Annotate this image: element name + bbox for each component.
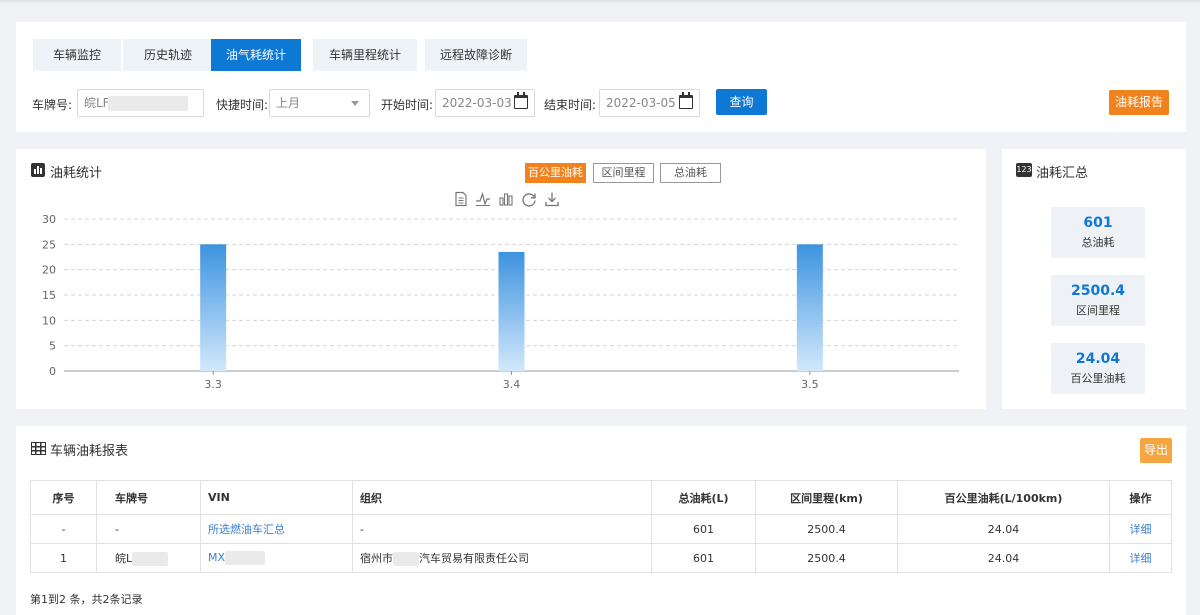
- calendar-icon[interactable]: [679, 92, 693, 109]
- y-tick-label: 25: [42, 238, 56, 251]
- x-tick-label: 3.3: [204, 378, 222, 391]
- table-row: - - 所选燃油车汇总 - 601 2500.4 24.04 详细: [30, 514, 1172, 544]
- plate-input[interactable]: 皖LF: [77, 89, 204, 117]
- cell-org: 宿州市 汽车贸易有限责任公司: [352, 543, 652, 573]
- start-time-label: 开始时间:: [381, 98, 434, 112]
- cell-plate: 皖L: [96, 543, 201, 573]
- y-tick-label: 30: [42, 213, 56, 226]
- summary-card-per100: 24.04 百公里油耗: [1051, 343, 1145, 394]
- cell-org-prefix: 宿州市: [360, 552, 393, 565]
- cell-per100: 24.04: [897, 514, 1110, 544]
- y-tick-label: 15: [42, 289, 56, 302]
- chevron-down-icon: [351, 101, 359, 106]
- cell-index: 1: [30, 543, 97, 573]
- end-date-value: 2022-03-05: [606, 96, 676, 110]
- cell-total-fuel: 601: [651, 543, 756, 573]
- x-tick-label: 3.5: [801, 378, 819, 391]
- redacted-vin: [225, 551, 266, 565]
- start-date-value: 2022-03-03: [442, 96, 512, 110]
- bar: [796, 244, 823, 371]
- table-icon: [31, 442, 46, 455]
- cell-org-suffix: 汽车贸易有限责任公司: [419, 552, 529, 565]
- fuel-report-table: 序号 车牌号 VIN 组织 总油耗(L) 区间里程(km) 百公里油耗(L/10…: [30, 480, 1172, 573]
- start-date-input[interactable]: 2022-03-03: [435, 89, 535, 117]
- cell-mileage: 2500.4: [755, 514, 898, 544]
- summary-panel: 123 油耗汇总 601 总油耗 2500.4 区间里程 24.04 百公里油耗: [1002, 149, 1186, 409]
- tab-vehicle-monitor[interactable]: 车辆监控: [33, 39, 121, 71]
- cell-vin-link[interactable]: 所选燃油车汇总: [200, 514, 353, 544]
- quick-time-label: 快捷时间:: [216, 98, 269, 112]
- quick-time-value: 上月: [276, 96, 301, 110]
- report-table-panel: 车辆油耗报表 导出 序号 车牌号 VIN 组织 总油耗(L) 区间里程(km) …: [16, 426, 1186, 615]
- table-row: 1 皖L MX 宿州市 汽车贸易有限责任公司 601 2500.4 24.04 详…: [30, 543, 1172, 573]
- pagination-info: 第1到2 条，共2条记录: [30, 593, 143, 606]
- summary-label: 区间里程: [1076, 304, 1120, 317]
- end-date-input[interactable]: 2022-03-05: [599, 89, 700, 117]
- col-action[interactable]: 操作: [1109, 480, 1172, 515]
- cell-vin[interactable]: MX: [200, 543, 353, 573]
- summary-label: 百公里油耗: [1070, 372, 1126, 385]
- cell-total-fuel: 601: [651, 514, 756, 544]
- summary-card-total-fuel: 601 总油耗: [1051, 207, 1145, 258]
- numbers-icon: 123: [1016, 163, 1032, 177]
- tab-remote-diagnosis[interactable]: 远程故障诊断: [425, 39, 527, 71]
- col-per100[interactable]: 百公里油耗(L/100km): [897, 480, 1110, 515]
- filter-panel: 车辆监控 历史轨迹 油气耗统计 车辆里程统计 远程故障诊断 车牌号: 皖LF 快…: [16, 22, 1186, 132]
- summary-label: 总油耗: [1081, 236, 1115, 249]
- col-org[interactable]: 组织: [352, 480, 652, 515]
- summary-card-mileage: 2500.4 区间里程: [1051, 275, 1145, 326]
- col-vin[interactable]: VIN: [200, 480, 353, 515]
- export-button[interactable]: 导出: [1140, 438, 1172, 463]
- query-button[interactable]: 查询: [716, 89, 767, 115]
- x-tick-label: 3.4: [503, 378, 521, 391]
- report-title: 车辆油耗报表: [50, 444, 129, 459]
- cell-vin-link[interactable]: MX: [208, 551, 225, 564]
- col-mileage[interactable]: 区间里程(km): [755, 480, 898, 515]
- top-shadow: [0, 0, 1200, 4]
- tab-mileage-stats[interactable]: 车辆里程统计: [313, 39, 417, 71]
- cell-plate-text: 皖L: [115, 552, 133, 565]
- summary-value: 24.04: [1075, 351, 1121, 367]
- cell-org: -: [352, 514, 652, 544]
- redacted-plate: [108, 96, 188, 111]
- chart-panel: 油耗统计 百公里油耗 区间里程 总油耗 0 5 10 15 20 25 30 3.3 3.4 3.…: [16, 149, 986, 409]
- cell-per100: 24.04: [897, 543, 1110, 573]
- bar: [200, 244, 227, 371]
- summary-title: 油耗汇总: [1036, 166, 1089, 181]
- cell-index: -: [30, 514, 97, 544]
- detail-link[interactable]: 详细: [1109, 514, 1172, 544]
- redacted-plate: [132, 552, 169, 566]
- col-total-fuel[interactable]: 总油耗(L): [651, 480, 756, 515]
- summary-value: 2500.4: [1070, 283, 1126, 299]
- calendar-icon[interactable]: [514, 92, 528, 109]
- fuel-bar-chart: 0 5 10 15 20 25 30 3.3 3.4 3.5: [42, 213, 959, 391]
- summary-value: 601: [1083, 215, 1113, 231]
- redacted-org: [393, 552, 419, 566]
- fuel-report-button[interactable]: 油耗报告: [1109, 90, 1169, 115]
- end-time-label: 结束时间:: [544, 98, 597, 112]
- y-tick-label: 0: [49, 365, 56, 378]
- y-tick-label: 10: [42, 314, 56, 327]
- plate-label: 车牌号:: [32, 98, 73, 112]
- detail-link[interactable]: 详细: [1109, 543, 1172, 573]
- table-header-row: 序号 车牌号 VIN 组织 总油耗(L) 区间里程(km) 百公里油耗(L/10…: [30, 480, 1172, 515]
- cell-plate: -: [96, 514, 201, 544]
- cell-mileage: 2500.4: [755, 543, 898, 573]
- y-tick-label: 20: [42, 264, 56, 277]
- y-tick-label: 5: [49, 340, 56, 353]
- plate-value: 皖LF: [84, 96, 110, 110]
- col-plate[interactable]: 车牌号: [96, 480, 201, 515]
- tab-history-track[interactable]: 历史轨迹: [123, 39, 213, 71]
- bar: [498, 251, 525, 371]
- quick-time-select[interactable]: 上月: [269, 89, 370, 117]
- col-index[interactable]: 序号: [30, 480, 97, 515]
- tab-fuel-consumption[interactable]: 油气耗统计: [211, 39, 301, 71]
